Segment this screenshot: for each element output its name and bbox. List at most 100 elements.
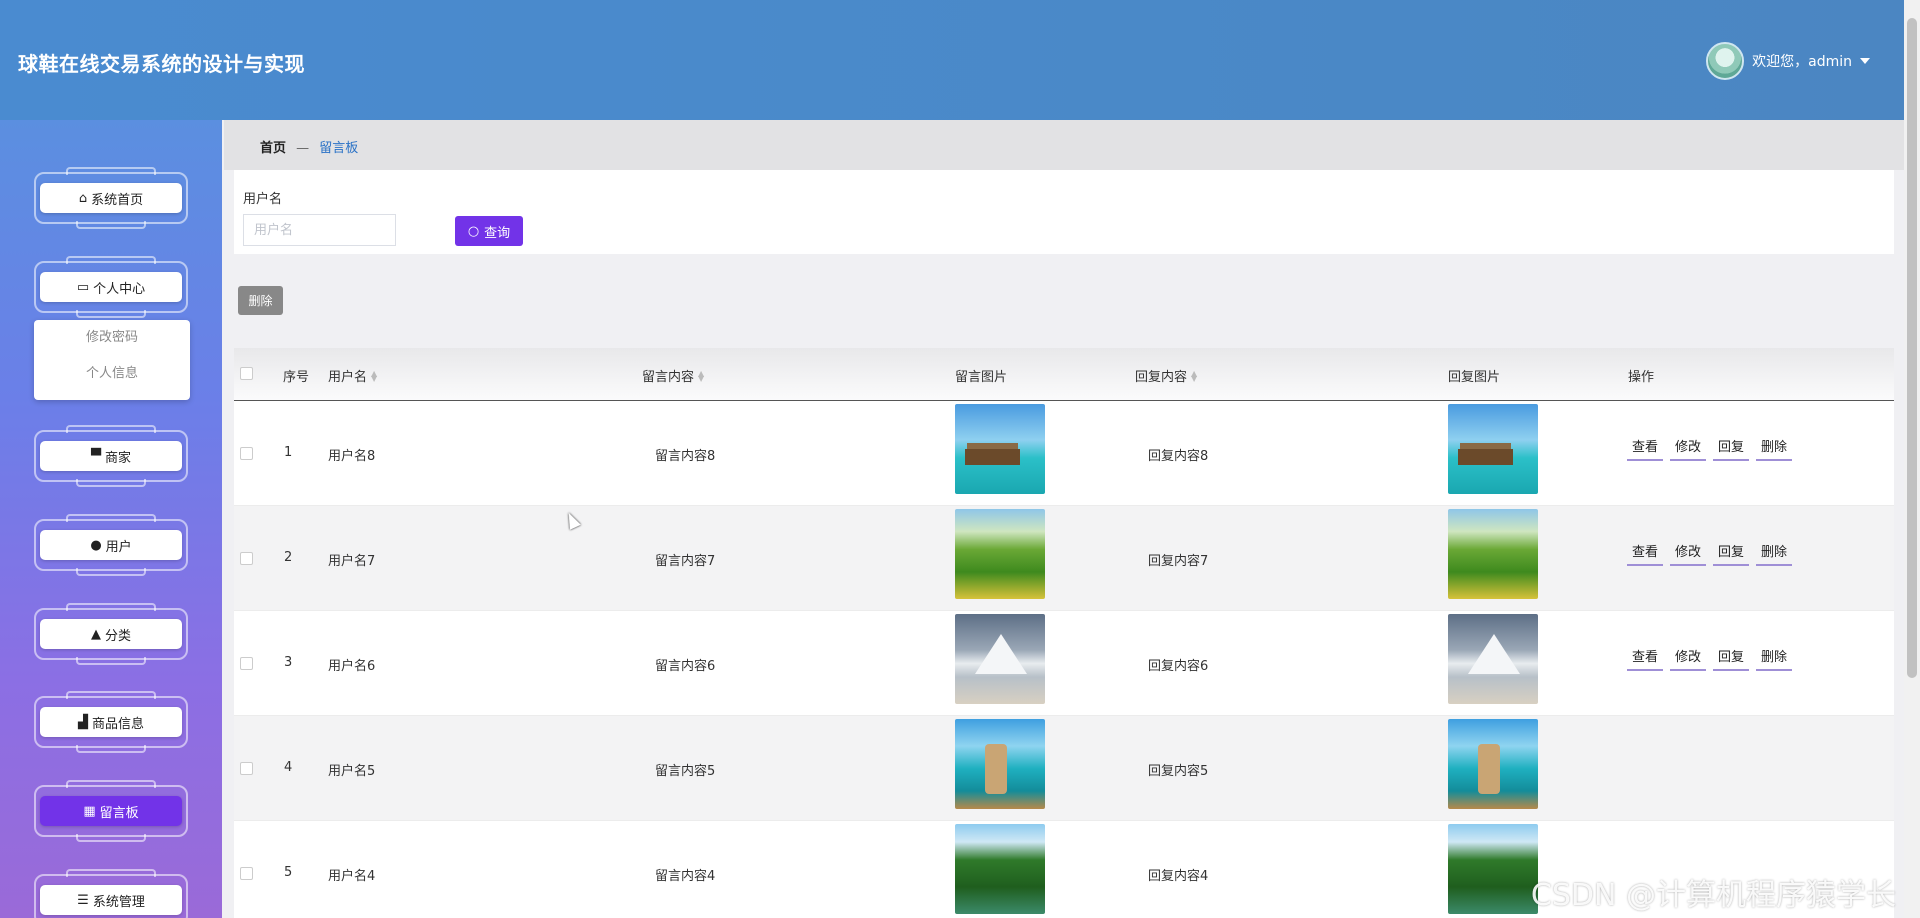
column-header-image: 留言图片 <box>955 370 1008 385</box>
home-icon: ⌂ <box>78 190 88 206</box>
sort-icon: ▲ ▼ <box>1191 368 1198 383</box>
row-username: 用户名5 <box>328 764 376 779</box>
table-row[interactable]: 3 用户名6 留言内容6 回复内容6 查看 修改 回复 删除 <box>234 611 1894 716</box>
column-header-username[interactable]: 用户名 ▲ ▼ <box>328 366 377 385</box>
sidebar-item-product-info[interactable]: ▟ 商品信息 <box>34 691 188 753</box>
reply-image[interactable] <box>1448 404 1538 494</box>
scrollbar-thumb[interactable] <box>1907 18 1917 678</box>
delete-button[interactable]: 删除 <box>1756 542 1793 566</box>
reply-button[interactable]: 回复 <box>1713 437 1750 461</box>
reply-button[interactable]: 回复 <box>1713 542 1750 566</box>
submenu-item-personal-info[interactable]: 个人信息 <box>34 356 190 392</box>
thumb-icon: ▟ <box>77 714 88 730</box>
row-username: 用户名4 <box>328 869 376 884</box>
sidebar-item-merchant[interactable]: ▀ 商家 <box>34 425 188 487</box>
row-reply: 回复内容7 <box>1148 554 1209 569</box>
column-header-reply[interactable]: 回复内容 ▲ ▼ <box>1135 366 1197 385</box>
table-header: 序号 用户名 ▲ ▼ 留言内容 ▲ ▼ 留言图片 回复内容 ▲ ▼ 回复图片 操作 <box>234 348 1894 401</box>
chevron-down-icon[interactable] <box>1860 58 1870 64</box>
row-reply: 回复内容4 <box>1148 869 1209 884</box>
sidebar-item-category[interactable]: ▲ 分类 <box>34 603 188 665</box>
row-username: 用户名7 <box>328 554 376 569</box>
row-checkbox[interactable] <box>240 657 253 670</box>
row-reply: 回复内容8 <box>1148 449 1209 464</box>
row-checkbox[interactable] <box>240 447 253 460</box>
reply-image[interactable] <box>1448 509 1538 599</box>
bulb-icon: ● <box>90 537 102 553</box>
view-button[interactable]: 查看 <box>1627 647 1664 671</box>
reply-image[interactable] <box>1448 614 1538 704</box>
row-actions: 查看 修改 回复 删除 <box>1627 437 1793 461</box>
message-image[interactable] <box>955 614 1045 704</box>
user-menu[interactable]: 欢迎您，admin <box>1706 42 1870 80</box>
message-image[interactable] <box>955 719 1045 809</box>
sidebar-item-home[interactable]: ⌂ 系统首页 <box>34 167 188 229</box>
row-actions: 查看 修改 回复 删除 <box>1627 647 1793 671</box>
row-checkbox[interactable] <box>240 762 253 775</box>
row-index: 4 <box>284 760 293 775</box>
table-row[interactable]: 4 用户名5 留言内容5 回复内容5 <box>234 716 1894 821</box>
sidebar-item-user[interactable]: ● 用户 <box>34 514 188 576</box>
reply-image[interactable] <box>1448 824 1538 914</box>
row-checkbox[interactable] <box>240 552 253 565</box>
sidebar-item-message-board[interactable]: ▦ 留言板 <box>34 780 188 842</box>
personal-center-submenu: 修改密码 个人信息 <box>34 320 190 400</box>
row-actions: 查看 修改 回复 删除 <box>1627 542 1793 566</box>
submenu-item-change-password[interactable]: 修改密码 <box>34 320 190 356</box>
row-content: 留言内容4 <box>655 869 716 884</box>
message-image[interactable] <box>955 404 1045 494</box>
edit-button[interactable]: 修改 <box>1670 542 1707 566</box>
welcome-text[interactable]: 欢迎您，admin <box>1752 51 1852 71</box>
top-header: 球鞋在线交易系统的设计与实现 欢迎您，admin <box>0 0 1904 120</box>
edit-button[interactable]: 修改 <box>1670 437 1707 461</box>
select-all-checkbox[interactable] <box>240 367 253 380</box>
sidebar-item-label: 用户 <box>105 539 132 555</box>
sidebar-item-system-management[interactable]: ☰ 系统管理 <box>34 869 188 918</box>
reply-button[interactable]: 回复 <box>1713 647 1750 671</box>
delete-button[interactable]: 删除 <box>1756 647 1793 671</box>
row-content: 留言内容8 <box>655 449 716 464</box>
query-button[interactable]: ○ 查询 <box>455 216 523 246</box>
table-row[interactable]: 2 用户名7 留言内容7 回复内容7 查看 修改 回复 删除 <box>234 506 1894 611</box>
breadcrumb-home[interactable]: 首页 <box>260 141 286 156</box>
search-label: 用户名 <box>243 192 283 207</box>
view-button[interactable]: 查看 <box>1627 542 1664 566</box>
list-icon: ☰ <box>77 892 89 908</box>
row-index: 2 <box>284 550 293 565</box>
sidebar: ⌂ 系统首页 ▭ 个人中心 修改密码 个人信息 ▀ 商家 ● 用户 ▲ 分类 ▟ 商品信息 … <box>0 120 222 918</box>
view-button[interactable]: 查看 <box>1627 437 1664 461</box>
app-title: 球鞋在线交易系统的设计与实现 <box>18 52 305 76</box>
sidebar-item-personal-center[interactable]: ▭ 个人中心 <box>34 256 188 318</box>
row-reply: 回复内容6 <box>1148 659 1209 674</box>
sort-icon: ▲ ▼ <box>371 368 378 383</box>
watermark: CSDN @计算机程序猿学长 <box>1530 878 1896 913</box>
row-index: 5 <box>284 865 293 880</box>
row-index: 3 <box>284 655 293 670</box>
column-header-content[interactable]: 留言内容 ▲ ▼ <box>642 366 704 385</box>
breadcrumb: 首页 — 留言板 <box>260 137 358 156</box>
page-scrollbar[interactable] <box>1904 0 1920 918</box>
grid-icon: ▦ <box>83 803 96 819</box>
table-row[interactable]: 1 用户名8 留言内容8 回复内容8 查看 修改 回复 删除 <box>234 401 1894 506</box>
delete-button[interactable]: 删除 <box>1756 437 1793 461</box>
search-icon: ○ <box>467 223 480 239</box>
breadcrumb-current: 留言板 <box>319 141 359 156</box>
row-content: 留言内容5 <box>655 764 716 779</box>
username-search-input[interactable] <box>243 214 396 246</box>
card-icon: ▭ <box>76 279 90 295</box>
column-header-reply-image: 回复图片 <box>1448 370 1501 385</box>
sidebar-item-label: 个人中心 <box>93 281 146 297</box>
row-reply: 回复内容5 <box>1148 764 1209 779</box>
query-button-label: 查询 <box>484 225 511 241</box>
edit-button[interactable]: 修改 <box>1670 647 1707 671</box>
row-content: 留言内容6 <box>655 659 716 674</box>
sidebar-item-label: 系统首页 <box>91 192 144 208</box>
row-checkbox[interactable] <box>240 867 253 880</box>
message-image[interactable] <box>955 509 1045 599</box>
row-index: 1 <box>284 445 293 460</box>
reply-image[interactable] <box>1448 719 1538 809</box>
batch-delete-button[interactable]: 删除 <box>238 286 283 315</box>
sidebar-item-label: 商家 <box>104 450 131 466</box>
message-image[interactable] <box>955 824 1045 914</box>
avatar[interactable] <box>1706 42 1745 80</box>
